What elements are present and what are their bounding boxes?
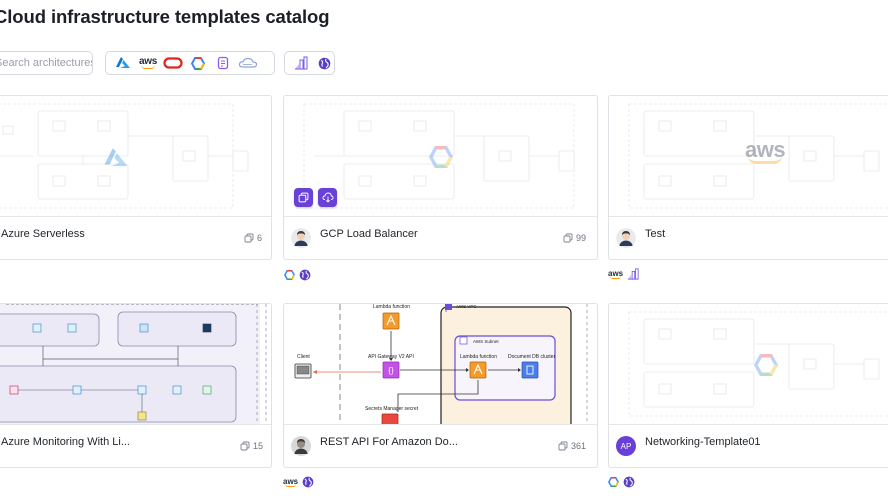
card-tags: aws xyxy=(608,268,639,280)
diagram-label: AWS VPC xyxy=(456,304,477,309)
template-card[interactable]: AP Networking-Template01 xyxy=(608,303,888,468)
globe-icon xyxy=(299,269,311,281)
copy-icon xyxy=(563,233,573,243)
card-preview: aws xyxy=(609,96,888,217)
gcp-filter-button[interactable] xyxy=(187,54,209,72)
aws-filter-button[interactable]: aws xyxy=(137,54,159,72)
aws-tag-text: aws xyxy=(608,268,624,278)
azure-filter-button[interactable] xyxy=(112,54,134,72)
diagram-label: API Gateway V2 API xyxy=(368,354,414,360)
catalog-page: Cloud infrastructure templates catalog a… xyxy=(0,0,888,500)
card-preview xyxy=(609,304,888,425)
clone-count-value: 15 xyxy=(253,441,264,451)
ibm-cloud-filter-button[interactable] xyxy=(237,54,259,72)
oracle-filter-button[interactable] xyxy=(162,54,184,72)
diagram-label: Client xyxy=(297,354,310,360)
aws-icon: aws xyxy=(139,57,157,69)
svg-text:{}: {} xyxy=(388,366,394,375)
card-tags xyxy=(608,476,635,488)
gcp-icon xyxy=(191,56,205,70)
oracle-icon xyxy=(163,57,183,69)
globe-icon xyxy=(302,476,314,488)
aws-logo-watermark: aws xyxy=(745,137,786,164)
diagram-label: Document DB cluster xyxy=(508,354,556,360)
search-box[interactable] xyxy=(0,51,93,75)
provider-filter-group: aws xyxy=(105,51,275,75)
card-preview: {} Lambda function AWS VPC AWS Subnet Cl… xyxy=(284,304,597,425)
template-card[interactable]: Azure Monitoring With Li... 15 xyxy=(0,303,272,468)
card-preview xyxy=(284,96,597,217)
aws-icon: aws xyxy=(608,268,624,279)
aws-logo-text: aws xyxy=(138,56,157,67)
clone-count-value: 6 xyxy=(257,233,263,243)
card-tags xyxy=(284,269,311,281)
card-title: REST API For Amazon Do... xyxy=(320,436,458,448)
deploy-template-button[interactable] xyxy=(318,188,337,207)
copy-icon xyxy=(558,441,568,451)
diagram-placeholder xyxy=(628,311,888,417)
aws-icon: aws xyxy=(283,476,299,487)
card-title: Azure Monitoring With Li... xyxy=(1,436,130,448)
digitalocean-filter-button[interactable] xyxy=(212,54,234,72)
ibm-cloud-icon xyxy=(238,57,258,68)
monitoring-diagram xyxy=(0,304,271,424)
author-avatar xyxy=(616,228,636,248)
clone-count-value: 99 xyxy=(576,233,587,243)
globe-filter-button[interactable] xyxy=(315,54,335,72)
template-card[interactable]: GCP Load Balancer 99 xyxy=(283,95,598,260)
card-title: Networking-Template01 xyxy=(645,436,761,448)
azure-icon xyxy=(116,57,130,68)
card-preview xyxy=(0,304,271,425)
diagram-label: Lambda function xyxy=(460,354,497,360)
copy-icon xyxy=(244,233,254,243)
cloud-download-icon xyxy=(322,192,333,203)
aws-tag-text: aws xyxy=(283,476,299,486)
gcp-icon xyxy=(608,477,619,487)
gcp-icon xyxy=(284,270,295,280)
azure-logo-watermark xyxy=(104,148,128,167)
template-card[interactable]: {} Lambda function AWS VPC AWS Subnet Cl… xyxy=(283,303,598,468)
author-avatar: AP xyxy=(616,436,636,456)
card-title: GCP Load Balancer xyxy=(320,228,418,240)
gcp-logo-watermark xyxy=(429,146,453,168)
gcp-logo-watermark xyxy=(754,354,778,376)
clone-count: 99 xyxy=(563,233,586,243)
diagram-placeholder xyxy=(0,103,249,209)
copy-icon xyxy=(298,192,309,203)
author-avatar xyxy=(291,436,311,456)
diagram-label: Secrets Manager secret xyxy=(365,406,419,412)
globe-icon xyxy=(623,476,635,488)
diagram-icon xyxy=(294,56,308,70)
template-card[interactable]: Azure Serverless 6 xyxy=(0,95,272,260)
diagram-icon xyxy=(627,268,639,280)
clone-count: 15 xyxy=(240,441,263,451)
view-filter-group xyxy=(284,51,335,75)
card-tags: aws xyxy=(283,476,314,488)
template-card[interactable]: aws Test xyxy=(608,95,888,260)
card-preview xyxy=(0,96,271,217)
rest-api-diagram: {} xyxy=(294,304,588,424)
card-title: Azure Serverless xyxy=(1,228,85,240)
digitalocean-icon xyxy=(217,56,229,70)
copy-icon xyxy=(240,441,250,451)
clone-count: 6 xyxy=(244,233,262,243)
clone-count-value: 361 xyxy=(571,441,587,451)
page-title: Cloud infrastructure templates catalog xyxy=(0,6,330,27)
diagram-label: AWS Subnet xyxy=(473,339,499,344)
aws-watermark-text: aws xyxy=(745,137,786,162)
clone-count: 361 xyxy=(558,441,586,451)
card-title: Test xyxy=(645,228,666,240)
globe-icon xyxy=(318,57,331,69)
author-avatar xyxy=(291,228,311,248)
diagram-label: Lambda function xyxy=(373,304,410,310)
duplicate-template-button[interactable] xyxy=(294,188,313,207)
diagram-filter-button[interactable] xyxy=(291,54,311,72)
search-input[interactable] xyxy=(0,52,92,74)
